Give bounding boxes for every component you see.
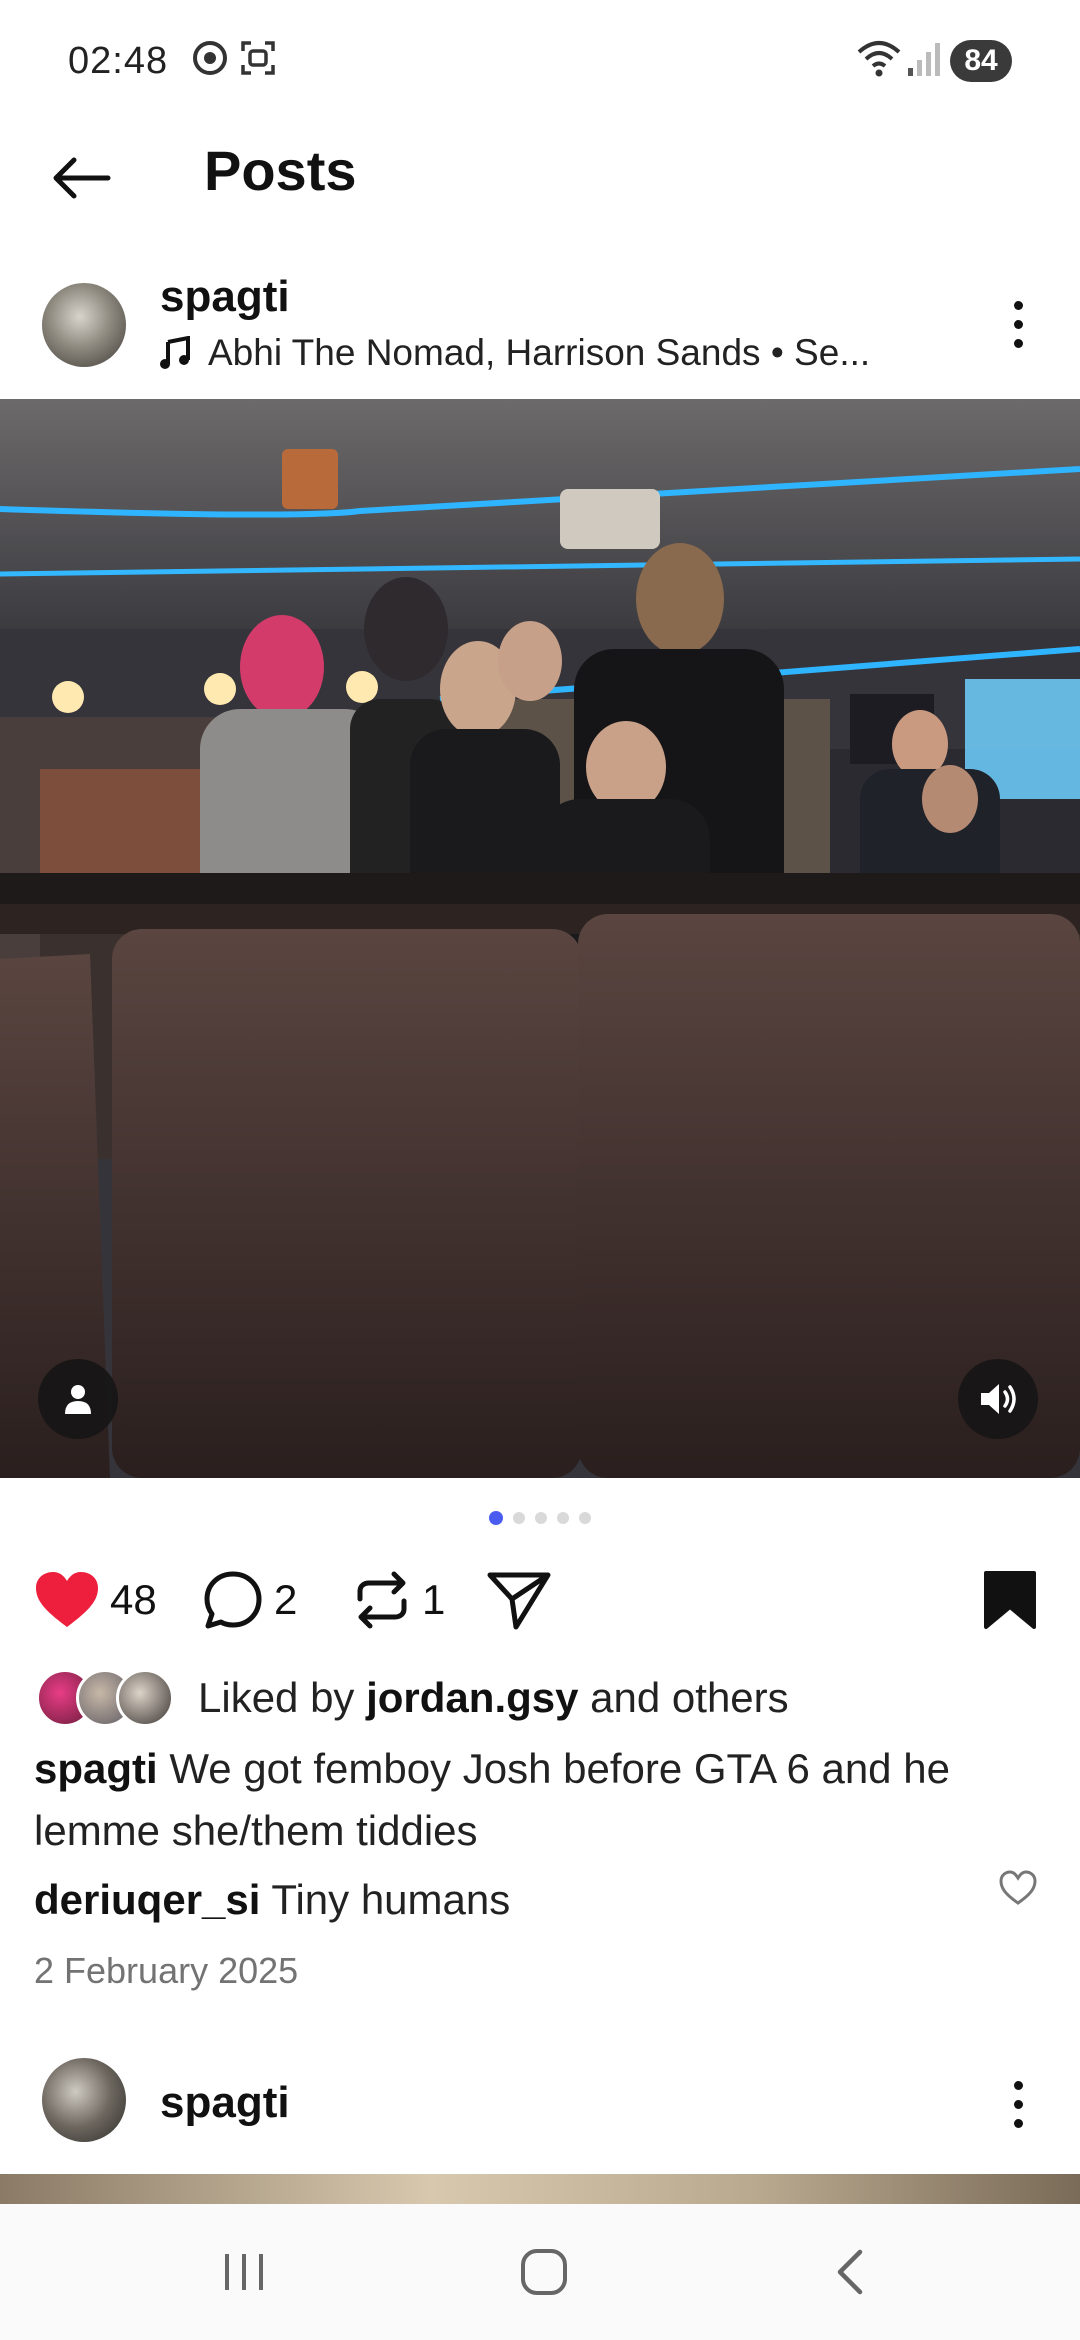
speaker-icon bbox=[981, 1384, 1016, 1414]
liked-by-prefix: Liked by bbox=[198, 1674, 355, 1721]
caption-text: We got femboy Josh before GTA 6 and he l… bbox=[34, 1745, 950, 1854]
arrow-left-icon bbox=[53, 157, 111, 199]
post-caption: spagti We got femboy Josh before GTA 6 a… bbox=[34, 1738, 1024, 1862]
comment-icon bbox=[204, 1571, 262, 1629]
status-time: 02:48 bbox=[68, 40, 169, 82]
avatar[interactable] bbox=[42, 2058, 126, 2142]
comment-preview[interactable]: deriuqer_si Tiny humans bbox=[34, 1876, 510, 1924]
heart-filled-icon bbox=[36, 1572, 98, 1627]
carousel-dot-5 bbox=[579, 1512, 591, 1524]
home-icon bbox=[521, 2249, 567, 2295]
recent-apps-icon bbox=[225, 2254, 263, 2290]
repost-icon bbox=[357, 1571, 407, 1629]
post-date: 2 February 2025 bbox=[34, 1950, 299, 1991]
chrome-icon bbox=[193, 41, 227, 75]
battery-indicator: 84 bbox=[950, 40, 1012, 82]
liked-by-user[interactable]: jordan.gsy bbox=[366, 1674, 578, 1721]
post-photo[interactable] bbox=[0, 399, 1080, 1478]
page-title: Posts bbox=[204, 139, 357, 202]
comment-action[interactable]: 2 bbox=[202, 1560, 297, 1640]
music-note-icon bbox=[160, 336, 190, 369]
comment-count: 2 bbox=[274, 1576, 298, 1623]
repost-count: 1 bbox=[422, 1576, 446, 1623]
liked-by-text: Liked by jordan.gsy and others bbox=[198, 1674, 789, 1722]
bookmark-filled-icon bbox=[984, 1571, 1036, 1629]
carousel-dot-2 bbox=[513, 1512, 525, 1524]
bar-scene-image bbox=[0, 399, 1080, 1478]
carousel-dot-4 bbox=[557, 1512, 569, 1524]
post-more-button[interactable] bbox=[988, 284, 1048, 364]
home-button[interactable] bbox=[494, 2232, 594, 2312]
like-count: 48 bbox=[110, 1576, 157, 1623]
status-bar: 02:48 84 bbox=[0, 0, 1080, 124]
music-label: Abhi The Nomad, Harrison Sands • Se... bbox=[208, 332, 871, 373]
share-action[interactable] bbox=[486, 1560, 552, 1640]
nav-back-button[interactable] bbox=[800, 2232, 900, 2312]
comment-username[interactable]: deriuqer_si bbox=[34, 1876, 260, 1923]
carousel-dot-1 bbox=[489, 1511, 503, 1525]
back-icon bbox=[837, 2249, 863, 2295]
signal-icon bbox=[908, 43, 940, 76]
back-button[interactable] bbox=[40, 138, 120, 218]
repost-action[interactable]: 1 bbox=[352, 1560, 445, 1640]
liker-avatar bbox=[116, 1669, 174, 1727]
recent-apps-button[interactable] bbox=[194, 2232, 294, 2312]
more-vertical-icon bbox=[1013, 2080, 1023, 2090]
system-nav-bar bbox=[0, 2204, 1080, 2340]
caption-username[interactable]: spagti bbox=[34, 1745, 158, 1792]
like-action[interactable]: 48 bbox=[34, 1560, 157, 1640]
wifi-icon bbox=[857, 41, 901, 77]
screenshot-icon bbox=[241, 41, 275, 75]
liked-by-row[interactable]: Liked by jordan.gsy and others bbox=[36, 1668, 789, 1728]
post-username[interactable]: spagti bbox=[160, 272, 290, 322]
carousel-dot-3 bbox=[535, 1512, 547, 1524]
avatar[interactable] bbox=[42, 283, 126, 367]
post-actions: 48 2 1 bbox=[0, 1560, 1080, 1640]
music-attribution[interactable]: Abhi The Nomad, Harrison Sands • Se... bbox=[160, 332, 870, 374]
next-post-more-button[interactable] bbox=[988, 2064, 1048, 2144]
comment-text: Tiny humans bbox=[271, 1876, 511, 1923]
more-vertical-icon bbox=[1013, 300, 1023, 310]
carousel-indicator bbox=[0, 1511, 1080, 1525]
next-post-username[interactable]: spagti bbox=[160, 2078, 290, 2128]
tagged-people-button[interactable] bbox=[38, 1359, 118, 1439]
send-icon bbox=[487, 1572, 551, 1630]
person-icon bbox=[65, 1385, 91, 1414]
audio-toggle-button[interactable] bbox=[958, 1359, 1038, 1439]
next-post-photo[interactable] bbox=[0, 2174, 1080, 2204]
save-action[interactable] bbox=[982, 1560, 1038, 1640]
liked-by-suffix: and others bbox=[590, 1674, 789, 1721]
comment-heart-icon[interactable] bbox=[998, 1868, 1038, 1908]
